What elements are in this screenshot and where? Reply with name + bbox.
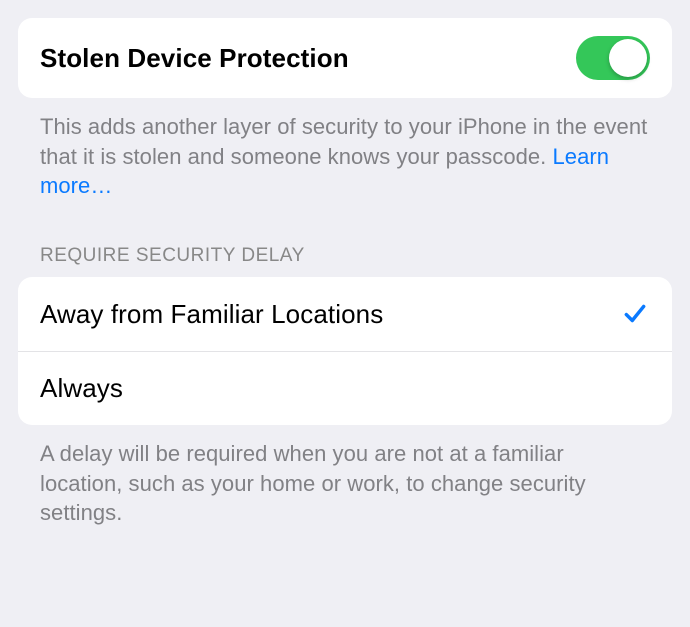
stolen-device-protection-description: This adds another layer of security to y… [18, 98, 672, 201]
switch-thumb [609, 39, 647, 77]
stolen-device-protection-group: Stolen Device Protection [18, 18, 672, 98]
checkmark-icon [620, 299, 650, 329]
require-security-delay-header: REQUIRE SECURITY DELAY [18, 201, 672, 277]
option-away-from-familiar[interactable]: Away from Familiar Locations [18, 277, 672, 351]
stolen-device-protection-label: Stolen Device Protection [40, 43, 349, 74]
option-always[interactable]: Always [18, 351, 672, 425]
security-delay-options-group: Away from Familiar Locations Always [18, 277, 672, 425]
option-label: Away from Familiar Locations [40, 299, 383, 330]
security-delay-footer: A delay will be required when you are no… [18, 425, 672, 528]
option-label: Always [40, 373, 123, 404]
stolen-device-protection-row[interactable]: Stolen Device Protection [18, 18, 672, 98]
stolen-device-protection-toggle[interactable] [576, 36, 650, 80]
